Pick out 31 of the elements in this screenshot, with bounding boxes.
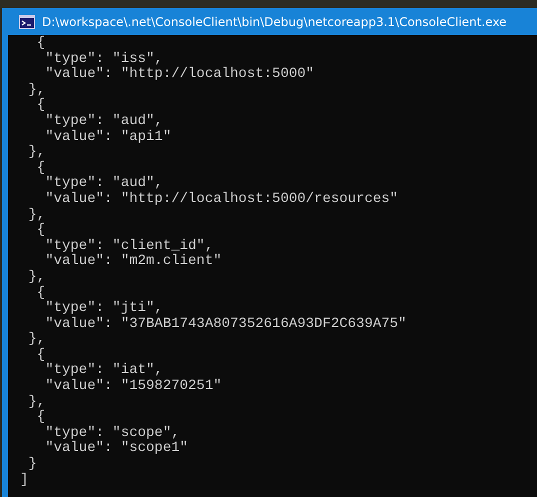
console-line: { [36,410,46,426]
console-line: "type": "client_id", [44,238,214,254]
console-line: }, [27,145,46,160]
console-icon [19,14,35,28]
console-line: "value": "api1" [44,130,172,146]
console-line: "value": "http://localhost:5000" [44,67,316,83]
console-line: "value": "37BAB1743A807352616A93DF2C639A75" [44,316,408,332]
console-line: { [36,348,46,364]
console-line: }, [27,270,46,286]
console-line: }, [27,82,46,98]
console-line: } [27,457,38,473]
console-line: }, [27,394,46,410]
console-line: "type": "aud", [44,114,164,130]
window-title: D:\workspace\.net\ConsoleClient\bin\Debug\netcoreapp3.1\ConsoleClient.exe [42,14,507,28]
console-line: { [36,160,46,176]
console-line: "type": "iat", [44,363,164,378]
console-line: }, [27,208,46,223]
console-line: "type": "iss", [44,52,163,67]
console-line: "type": "jti", [44,301,164,316]
console-line: { [36,36,46,52]
console-line: "value": "http://localhost:5000/resources" [44,192,400,208]
console-line: }, [27,332,46,348]
console-line: "type": "aud", [44,176,164,192]
console-line: "type": "scope", [44,426,180,441]
console-line: ] [20,472,30,488]
console-line: { [36,286,46,302]
console-line: "value": "1598270251" [44,379,223,395]
console-line: { [36,98,46,114]
console-line: { [36,223,46,239]
console-line: "value": "scope1" [44,441,190,458]
console-line: "value": "m2m.client" [44,254,223,270]
